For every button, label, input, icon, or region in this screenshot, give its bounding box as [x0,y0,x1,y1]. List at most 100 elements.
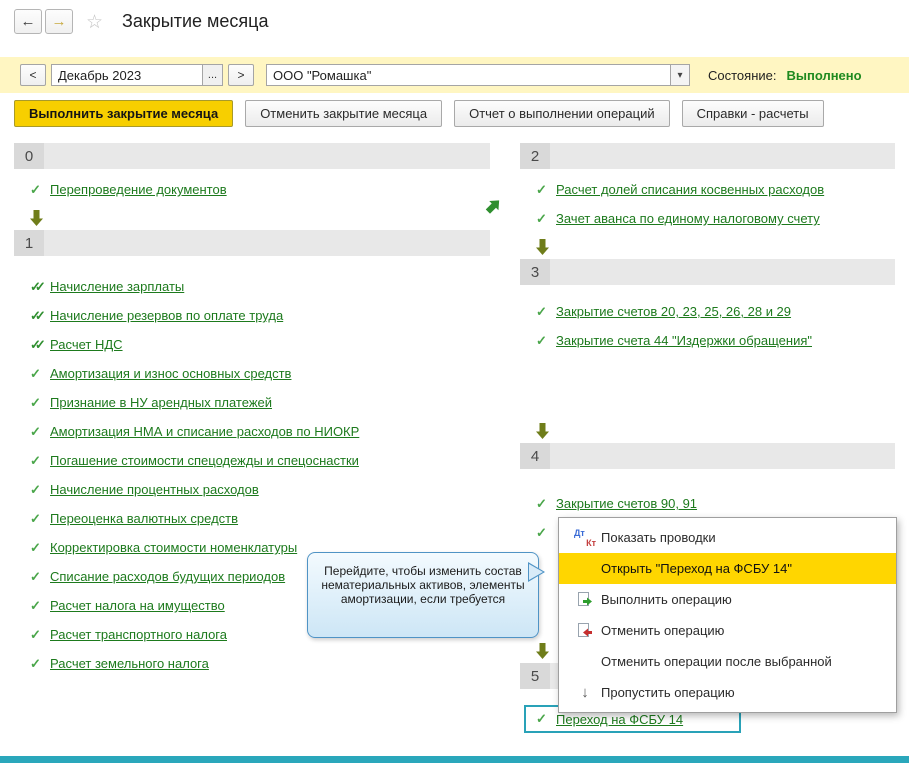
down-arrow-icon [536,643,549,659]
organization-value: ООО "Ромашка" [273,67,372,83]
check-icon: ✓ [30,655,41,671]
check-icon: ✓ [30,394,41,410]
check-icon: ✓ [30,481,41,497]
double-check-icon: ✓✓ [30,336,46,352]
back-arrow-icon: ← [20,13,36,30]
menu-item-label: Выполнить операцию [601,592,732,607]
operation-link[interactable]: Расчет транспортного налога [50,627,227,642]
status-value: Выполнено [786,67,862,83]
operation-link[interactable]: Амортизация НМА и списание расходов по Н… [50,424,359,439]
operations-report-button[interactable]: Отчет о выполнении операций [454,100,670,127]
operation-link[interactable]: Расчет долей списания косвенных расходов [556,182,824,197]
menu-item-label: Отменить операцию [601,623,725,638]
favorites-star-icon[interactable]: ☆ [86,11,103,34]
page-title: Закрытие месяца [122,11,269,31]
flow-arrow-row [520,419,895,443]
check-icon: ✓ [30,568,41,584]
operation-link[interactable]: Начисление зарплаты [50,279,184,294]
check-icon: ✓ [30,539,41,555]
operation-link[interactable]: Перепроведение документов [50,182,227,197]
down-arrow-icon [536,423,549,439]
check-icon: ✓ [536,303,547,319]
double-check-icon: ✓✓ [30,307,46,323]
operation-link[interactable]: Корректировка стоимости номенклатуры [50,540,297,555]
bottom-status-bar [0,756,909,763]
operation-row: ✓ Перепроведение документов [14,175,490,204]
operation-link[interactable]: Закрытие счетов 20, 23, 25, 26, 28 и 29 [556,304,791,319]
down-arrow-icon [536,239,549,255]
back-button[interactable]: ← [14,9,42,34]
operation-row: ✓ Закрытие счетов 20, 23, 25, 26, 28 и 29 [520,297,895,326]
section-0-items: ✓ Перепроведение документов [14,169,490,206]
check-icon: ✓ [536,181,547,197]
check-icon: ✓ [30,452,41,468]
actions-toolbar: Выполнить закрытие месяца Отменить закры… [14,100,824,127]
double-check-icon: ✓✓ [30,278,46,294]
operation-link[interactable]: Переоценка валютных средств [50,511,238,526]
flow-arrow-row [14,206,490,230]
up-right-arrow-icon [485,198,501,219]
operation-link[interactable]: Закрытие счета 44 "Издержки обращения" [556,333,812,348]
operation-link[interactable]: Амортизация и износ основных средств [50,366,291,381]
section-2-items: ✓ Расчет долей списания косвенных расходо… [520,169,895,235]
check-icon: ✓ [30,423,41,439]
check-icon: ✓ [536,495,547,511]
operation-link[interactable]: Переход на ФСБУ 14 [556,712,683,727]
tooltip-callout: Перейдите, чтобы изменить состав нематер… [307,552,545,638]
period-picker-button[interactable]: ... [202,65,222,85]
period-next-button[interactable]: > [228,64,254,86]
operation-row: ✓ Закрытие счетов 90, 91 [520,489,895,518]
check-icon: ✓ [30,626,41,642]
operation-link[interactable]: Начисление процентных расходов [50,482,259,497]
menu-item-show-postings[interactable]: Дт Кт Показать проводки [559,522,896,553]
section-0-header: 0 [14,143,490,169]
period-value: Декабрь 2023 [58,67,142,83]
operation-link[interactable]: Расчет НДС [50,337,123,352]
check-icon: ✓ [30,597,41,613]
section-number: 4 [520,443,550,469]
operation-row: ✓ Расчет земельного налога [14,649,490,678]
menu-item-execute-operation[interactable]: Выполнить операцию [559,584,896,615]
references-calculations-button[interactable]: Справки - расчеты [681,100,824,127]
operation-row: ✓ Амортизация и износ основных средств [14,359,490,388]
check-icon: ✓ [30,365,41,381]
dt-kt-icon: Дт Кт [574,527,596,548]
operation-link[interactable]: Расчет налога на имущество [50,598,225,613]
section-2-header: 2 [520,143,895,169]
operation-link[interactable]: Начисление резервов по оплате труда [50,308,283,323]
section-number: 2 [520,143,550,169]
menu-item-open-fsbu14[interactable]: Открыть "Переход на ФСБУ 14" [559,553,896,584]
context-menu: Дт Кт Показать проводки Открыть "Переход … [558,517,897,713]
check-icon: ✓ [536,332,547,348]
operation-row: ✓✓ Начисление резервов по оплате труда [14,301,490,330]
organization-select[interactable]: ООО "Ромашка" ▾ [266,64,690,86]
dropdown-arrow-icon[interactable]: ▾ [670,65,689,85]
window-header: ← → ☆ Закрытие месяца [0,0,909,50]
check-icon: ✓ [536,524,547,540]
operation-link[interactable]: Зачет аванса по единому налоговому счету [556,211,820,226]
menu-item-skip-operation[interactable]: ↓ Пропустить операцию [559,677,896,708]
skip-arrow-icon: ↓ [581,684,589,701]
forward-button[interactable]: → [45,9,73,34]
cancel-month-close-button[interactable]: Отменить закрытие месяца [245,100,443,127]
operation-row: ✓ Амортизация НМА и списание расходов по … [14,417,490,446]
operation-link[interactable]: Расчет земельного налога [50,656,209,671]
menu-item-cancel-after-selected[interactable]: Отменить операции после выбранной [559,646,896,677]
menu-item-label: Пропустить операцию [601,685,735,700]
operation-link[interactable]: Списание расходов будущих периодов [50,569,285,584]
status-label: Состояние: [708,67,777,83]
month-closing-window: ← → ☆ Закрытие месяца < Декабрь 2023 ...… [0,0,909,763]
operation-link[interactable]: Закрытие счетов 90, 91 [556,496,697,511]
section-1-header: 1 [14,230,490,256]
operation-link[interactable]: Признание в НУ арендных платежей [50,395,272,410]
operation-row: ✓ Зачет аванса по единому налоговому счет… [520,204,895,233]
menu-item-label: Открыть "Переход на ФСБУ 14" [601,561,792,576]
flow-arrow-row [520,235,895,259]
operation-link[interactable]: Погашение стоимости спецодежды и спецосн… [50,453,359,468]
run-month-close-button[interactable]: Выполнить закрытие месяца [14,100,234,127]
section-number: 1 [14,230,44,256]
period-prev-button[interactable]: < [20,64,46,86]
period-field[interactable]: Декабрь 2023 ... [51,64,223,86]
menu-item-cancel-operation[interactable]: Отменить операцию [559,615,896,646]
